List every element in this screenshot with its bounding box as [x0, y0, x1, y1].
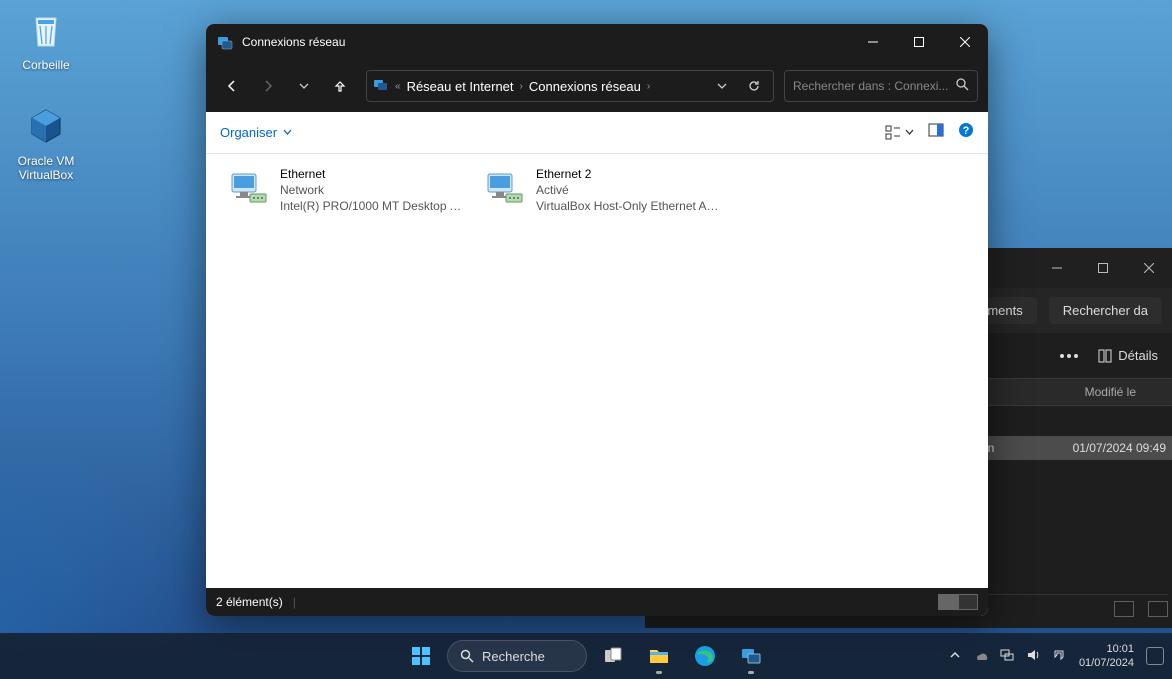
taskbar-app-explorer[interactable] — [639, 636, 679, 676]
preview-pane-icon — [928, 122, 944, 138]
close-button[interactable] — [1126, 248, 1172, 288]
organize-button[interactable]: Organiser — [220, 125, 292, 140]
connection-device: VirtualBox Host-Only Ethernet Ad... — [536, 198, 722, 214]
status-item-count: 2 élément(s) — [216, 595, 283, 609]
titlebar[interactable]: Connexions réseau — [206, 24, 988, 60]
virtualbox-icon — [22, 102, 70, 150]
breadcrumb-segment[interactable]: Connexions réseau — [529, 79, 641, 94]
view-mode-large[interactable] — [1148, 601, 1168, 617]
preview-pane-button[interactable] — [928, 122, 944, 143]
view-options-button[interactable] — [885, 125, 914, 141]
minimize-button[interactable] — [850, 24, 896, 60]
history-dropdown-button[interactable] — [709, 81, 735, 91]
window-title: Connexions réseau — [242, 35, 850, 49]
windows-logo-icon — [410, 645, 432, 667]
location-icon — [373, 77, 389, 96]
maximize-button[interactable] — [896, 24, 942, 60]
forward-button[interactable] — [252, 70, 284, 102]
close-button[interactable] — [942, 24, 988, 60]
help-button[interactable]: ? — [958, 122, 974, 143]
connection-name: Ethernet 2 — [536, 166, 722, 182]
refresh-button[interactable] — [741, 79, 767, 93]
command-bar: Organiser ? — [206, 112, 988, 154]
help-icon: ? — [958, 122, 974, 138]
taskbar[interactable]: Recherche 10:01 01/07/2024 — [0, 633, 1172, 679]
chevron-down-icon — [905, 128, 914, 137]
chevron-right-icon: › — [647, 81, 650, 92]
up-button[interactable] — [324, 70, 356, 102]
back-button[interactable] — [216, 70, 248, 102]
taskbar-app-network-connections[interactable] — [731, 636, 771, 676]
maximize-button[interactable] — [1080, 248, 1126, 288]
address-bar[interactable]: « Réseau et Internet › Connexions réseau… — [366, 70, 774, 102]
search-box[interactable] — [784, 70, 978, 102]
search-button[interactable]: Rechercher da — [1049, 297, 1162, 324]
view-mode-large-icons[interactable] — [958, 594, 978, 610]
network-connections-window: Connexions réseau « Réseau et Internet ›… — [206, 24, 988, 616]
details-icon — [1098, 349, 1112, 363]
network-icon[interactable] — [999, 647, 1015, 666]
network-adapter-icon — [482, 166, 526, 210]
view-mode-details[interactable] — [1114, 601, 1134, 617]
recent-locations-button[interactable] — [288, 70, 320, 102]
taskbar-search[interactable]: Recherche — [447, 640, 587, 672]
chevron-left-icon[interactable]: « — [395, 81, 401, 92]
desktop-icon-virtualbox[interactable]: Oracle VM VirtualBox — [6, 102, 86, 182]
chevron-right-icon: › — [520, 81, 523, 92]
connection-item[interactable]: Ethernet Network Intel(R) PRO/1000 MT De… — [222, 162, 462, 580]
column-modified[interactable]: Modifié le — [1085, 385, 1136, 399]
details-view-button[interactable]: Détails — [1098, 348, 1158, 363]
taskbar-app-edge[interactable] — [685, 636, 725, 676]
action-center-icon[interactable] — [1051, 647, 1067, 666]
tray-overflow-button[interactable] — [949, 649, 961, 664]
desktop-icon-label: Corbeille — [6, 58, 86, 72]
task-view-button[interactable] — [593, 636, 633, 676]
more-icon[interactable] — [1058, 354, 1080, 358]
chevron-down-icon — [283, 128, 292, 137]
onedrive-icon[interactable] — [973, 647, 989, 666]
window-icon — [216, 33, 234, 51]
start-button[interactable] — [401, 636, 441, 676]
view-mode-details[interactable] — [938, 594, 958, 610]
task-view-icon — [602, 645, 624, 667]
minimize-button[interactable] — [1034, 248, 1080, 288]
statusbar: 2 élément(s) | — [206, 588, 988, 616]
file-explorer-icon — [647, 644, 671, 668]
connection-item[interactable]: Ethernet 2 Activé VirtualBox Host-Only E… — [478, 162, 718, 580]
system-tray[interactable]: 10:01 01/07/2024 — [949, 642, 1164, 670]
notifications-button[interactable] — [1146, 647, 1164, 665]
network-adapter-icon — [226, 166, 270, 210]
desktop-icon-label: Oracle VM VirtualBox — [6, 154, 86, 182]
search-icon[interactable] — [956, 78, 969, 94]
connection-name: Ethernet — [280, 166, 466, 182]
search-input[interactable] — [793, 79, 948, 93]
volume-icon[interactable] — [1025, 647, 1041, 666]
connection-status: Network — [280, 182, 466, 198]
edge-icon — [693, 644, 717, 668]
svg-text:?: ? — [963, 125, 970, 137]
content-area[interactable]: Ethernet Network Intel(R) PRO/1000 MT De… — [206, 154, 988, 588]
connection-device: Intel(R) PRO/1000 MT Desktop Ad... — [280, 198, 466, 214]
taskbar-clock[interactable]: 10:01 01/07/2024 — [1079, 642, 1134, 670]
breadcrumb-segment[interactable]: Réseau et Internet — [407, 79, 514, 94]
view-icon — [885, 125, 901, 141]
connection-status: Activé — [536, 182, 722, 198]
recycle-bin-icon — [22, 6, 70, 54]
search-icon — [460, 649, 474, 663]
network-connections-icon — [740, 645, 762, 667]
desktop-icon-recycle-bin[interactable]: Corbeille — [6, 6, 86, 72]
navigation-bar: « Réseau et Internet › Connexions réseau… — [206, 60, 988, 112]
